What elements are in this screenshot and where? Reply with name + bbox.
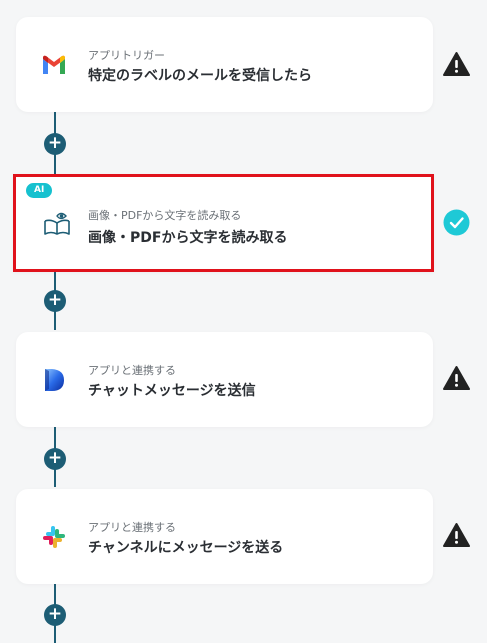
step-sub-label: アプリと連携する bbox=[88, 521, 176, 534]
ai-badge: AI bbox=[26, 183, 53, 198]
add-step-button[interactable]: + bbox=[44, 290, 66, 312]
step-title: 特定のラベルのメールを受信したら bbox=[88, 68, 312, 84]
step-title: チャットメッセージを送信 bbox=[88, 383, 256, 399]
step-card-slack[interactable]: アプリと連携する チャンネルにメッセージを送る bbox=[16, 489, 433, 584]
add-step-button[interactable]: + bbox=[44, 448, 66, 470]
warning-icon[interactable] bbox=[443, 522, 470, 549]
step-card-gmail-trigger[interactable]: アプリトリガー 特定のラベルのメールを受信したら bbox=[16, 17, 433, 112]
add-step-button[interactable]: + bbox=[44, 133, 66, 155]
step-sub-label: アプリトリガー bbox=[88, 49, 165, 62]
warning-icon[interactable] bbox=[443, 365, 470, 392]
step-sub-label: 画像・PDFから文字を読み取る bbox=[88, 209, 242, 222]
warning-icon[interactable] bbox=[443, 51, 470, 78]
add-step-button[interactable]: + bbox=[44, 604, 66, 626]
app-d-logo-icon bbox=[40, 366, 68, 394]
slack-icon bbox=[40, 523, 68, 551]
step-card-ai-ocr[interactable]: AI 画像・PDFから文字を読み取る 画像・PDFから文字を読み取る bbox=[13, 174, 434, 272]
flow-canvas: + + + + アプリトリガー 特定のラベルのメールを受信したら AI 画像・P… bbox=[0, 0, 487, 643]
check-circle-icon bbox=[443, 209, 470, 236]
gmail-icon bbox=[40, 51, 68, 79]
ocr-book-eye-icon bbox=[43, 209, 71, 237]
step-title: チャンネルにメッセージを送る bbox=[88, 540, 284, 556]
step-title: 画像・PDFから文字を読み取る bbox=[88, 230, 288, 246]
step-sub-label: アプリと連携する bbox=[88, 364, 176, 377]
step-card-chat-message[interactable]: アプリと連携する チャットメッセージを送信 bbox=[16, 332, 433, 427]
